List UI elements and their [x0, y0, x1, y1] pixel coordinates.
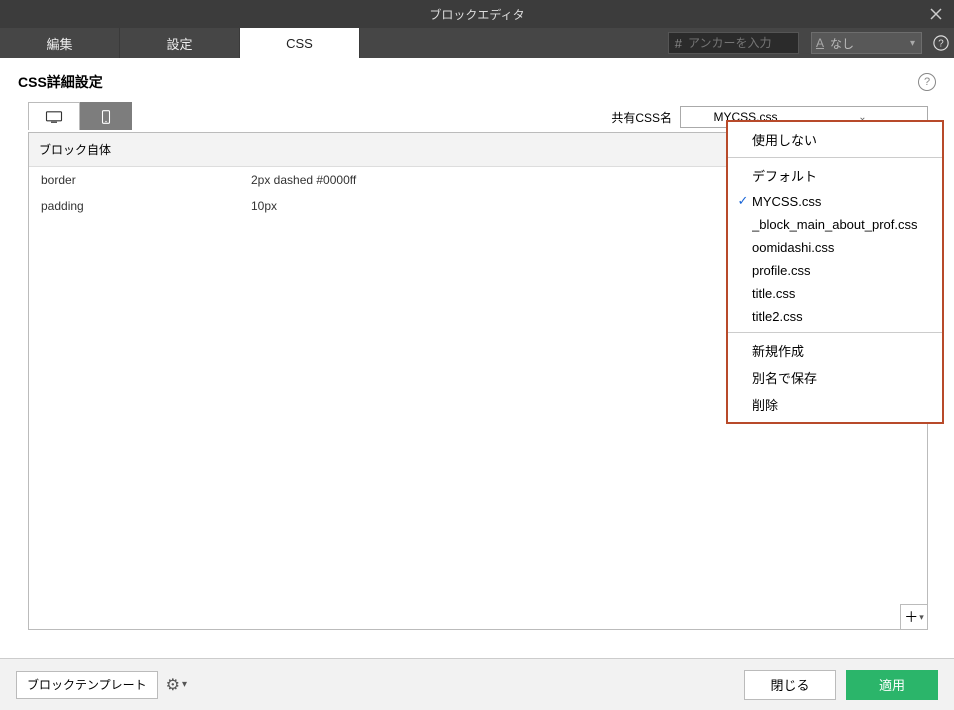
dropdown-item-label: title.css — [752, 286, 934, 301]
property-key: border — [41, 173, 251, 187]
title-bar: ブロックエディタ — [0, 0, 954, 28]
dropdown-item[interactable]: デフォルト — [728, 162, 942, 189]
dropdown-item-label: 削除 — [752, 395, 934, 414]
dropdown-item[interactable]: profile.css — [728, 259, 942, 282]
font-icon: A — [816, 36, 824, 50]
dropdown-item[interactable]: title.css — [728, 282, 942, 305]
dropdown-item[interactable]: ✓MYCSS.css — [728, 189, 942, 213]
dropdown-item-label: 新規作成 — [752, 341, 934, 360]
property-key: padding — [41, 199, 251, 213]
dropdown-item[interactable]: 使用しない — [728, 126, 942, 153]
close-icon[interactable] — [926, 4, 946, 24]
anchor-input-wrap: # — [668, 32, 799, 54]
property-value: 2px dashed #0000ff — [251, 173, 356, 187]
dropdown-item[interactable]: oomidashi.css — [728, 236, 942, 259]
share-css-dropdown: 使用しないデフォルト✓MYCSS.css_block_main_about_pr… — [726, 120, 944, 424]
dropdown-item[interactable]: _block_main_about_prof.css — [728, 213, 942, 236]
font-select-label: なし — [830, 35, 910, 52]
close-button[interactable]: 閉じる — [744, 670, 836, 700]
dropdown-item-label: 使用しない — [752, 130, 934, 149]
apply-button[interactable]: 適用 — [846, 670, 938, 700]
main-tabs: 編集 設定 CSS # A なし ▾ ? — [0, 28, 954, 58]
inline-help-icon[interactable]: ? — [918, 73, 936, 91]
dropdown-item-label: title2.css — [752, 309, 934, 324]
tab-css[interactable]: CSS — [240, 28, 360, 58]
gear-icon: ⚙ — [166, 675, 180, 695]
dropdown-item-label: profile.css — [752, 263, 934, 278]
sub-header: CSS詳細設定 ? — [0, 58, 954, 102]
tab-settings[interactable]: 設定 — [120, 28, 240, 58]
plus-icon: ＋ — [904, 607, 918, 627]
window-title: ブロックエディタ — [429, 6, 524, 23]
anchor-input[interactable] — [688, 36, 798, 50]
chevron-down-icon: ▾ — [910, 38, 915, 49]
dropdown-item-label: MYCSS.css — [752, 194, 934, 209]
dropdown-item[interactable]: 別名で保存 — [728, 364, 942, 391]
gear-menu[interactable]: ⚙▾ — [166, 675, 187, 695]
device-tab-desktop[interactable] — [28, 102, 80, 130]
help-icon[interactable]: ? — [928, 28, 954, 58]
tab-edit[interactable]: 編集 — [0, 28, 120, 58]
dropdown-item[interactable]: 新規作成 — [728, 337, 942, 364]
footer: ブロックテンプレート ⚙▾ 閉じる 適用 — [0, 658, 954, 710]
share-css-label: 共有CSS名 — [611, 109, 672, 126]
svg-text:?: ? — [938, 39, 944, 50]
dropdown-item-label: oomidashi.css — [752, 240, 934, 255]
dropdown-item-label: _block_main_about_prof.css — [752, 217, 934, 232]
property-value: 10px — [251, 199, 277, 213]
hash-icon: # — [669, 36, 688, 51]
add-property-button[interactable]: ＋▾ — [900, 604, 928, 630]
dropdown-item[interactable]: 削除 — [728, 391, 942, 418]
chevron-down-icon: ▾ — [182, 679, 187, 690]
page-title: CSS詳細設定 — [18, 72, 103, 92]
block-template-button[interactable]: ブロックテンプレート — [16, 671, 158, 699]
dropdown-item[interactable]: title2.css — [728, 305, 942, 328]
chevron-down-icon: ▾ — [919, 612, 924, 623]
check-icon: ✓ — [734, 193, 752, 209]
device-tab-mobile[interactable] — [80, 102, 132, 130]
dropdown-item-label: デフォルト — [752, 166, 934, 185]
font-select[interactable]: A なし ▾ — [811, 32, 922, 54]
dropdown-item-label: 別名で保存 — [752, 368, 934, 387]
